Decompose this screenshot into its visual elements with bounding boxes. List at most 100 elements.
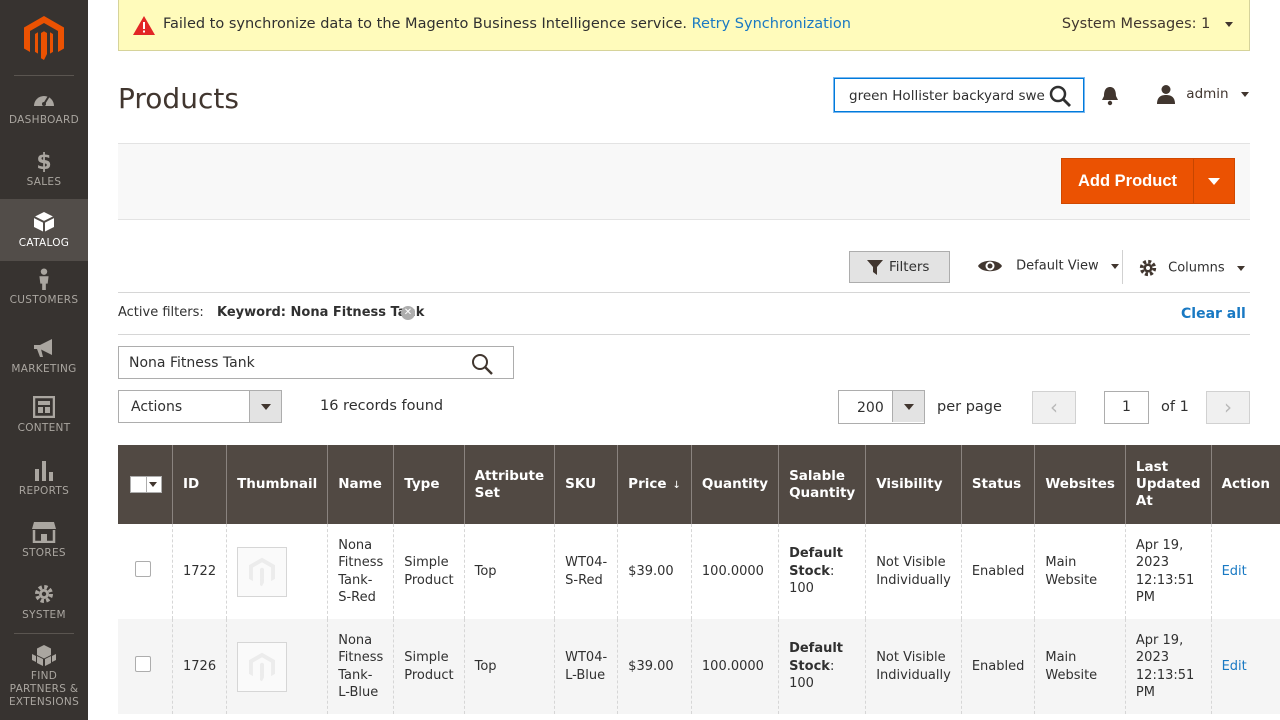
message-text: Failed to synchronize data to the Magent… bbox=[163, 16, 688, 32]
sidebar-item-label-line: FIND bbox=[30, 670, 58, 682]
admin-sidebar: DASHBOARD $ SALES CATALOG CUSTOMERS MARK… bbox=[0, 0, 88, 720]
retry-synchronization-link[interactable]: Retry Synchronization bbox=[692, 16, 851, 32]
sidebar-item-label: CONTENT bbox=[17, 422, 71, 434]
divider bbox=[118, 292, 1250, 293]
cell-websites: Main Website bbox=[1034, 524, 1126, 619]
per-page-label: per page bbox=[937, 399, 1002, 415]
table-row[interactable]: 1722 Nona Fitness Tank-S-Red Simple Prod… bbox=[118, 524, 1280, 619]
column-header-attribute-set[interactable]: Attribute Set bbox=[463, 445, 555, 524]
filters-button[interactable]: Filters bbox=[849, 251, 950, 283]
sidebar-item-content[interactable]: CONTENT bbox=[0, 396, 88, 458]
view-label: Default View bbox=[1016, 258, 1099, 274]
bar-chart-icon bbox=[35, 461, 53, 481]
column-header-status[interactable]: Status bbox=[960, 445, 1035, 524]
cell-quantity: 100.0000 bbox=[690, 619, 779, 714]
sidebar-item-partners-extensions[interactable]: FIND PARTNERS & EXTENSIONS bbox=[0, 645, 88, 720]
sidebar-item-marketing[interactable]: MARKETING bbox=[0, 337, 88, 399]
dollar-icon: $ bbox=[36, 150, 51, 172]
products-grid: ID Thumbnail Name Type Attribute Set SKU… bbox=[118, 445, 1280, 714]
add-product-dropdown-toggle[interactable] bbox=[1208, 178, 1220, 185]
salable-stock-value: 100 bbox=[789, 581, 814, 597]
edit-link[interactable]: Edit bbox=[1222, 659, 1247, 674]
global-search-input[interactable]: green Hollister backyard swe bbox=[834, 78, 1084, 112]
layout-icon bbox=[33, 396, 55, 418]
search-input-value: green Hollister backyard swe bbox=[849, 88, 1045, 104]
column-header-visibility[interactable]: Visibility bbox=[865, 445, 962, 524]
cell-action: Edit bbox=[1210, 524, 1280, 619]
cell-attribute-set: Top bbox=[463, 619, 555, 714]
columns-selector[interactable]: Columns bbox=[1138, 258, 1245, 278]
sidebar-divider bbox=[14, 633, 74, 634]
system-messages-count: System Messages: 1 bbox=[1061, 16, 1211, 32]
chevron-down-icon bbox=[1236, 265, 1245, 271]
keyword-search-input[interactable]: Nona Fitness Tank bbox=[118, 346, 514, 379]
column-header-id[interactable]: ID bbox=[171, 445, 227, 524]
column-header-sku[interactable]: SKU bbox=[554, 445, 618, 524]
edit-link[interactable]: Edit bbox=[1222, 564, 1247, 579]
divider bbox=[118, 334, 1250, 335]
column-header-websites[interactable]: Websites bbox=[1034, 445, 1126, 524]
chevron-down-icon bbox=[892, 391, 924, 422]
sidebar-item-dashboard[interactable]: DASHBOARD bbox=[0, 88, 88, 150]
remove-filter-icon[interactable]: ✕ bbox=[401, 306, 415, 320]
warning-icon bbox=[133, 16, 155, 35]
admin-user-menu[interactable]: admin bbox=[1156, 84, 1249, 104]
column-header-price[interactable]: Price ↓ bbox=[617, 445, 692, 524]
previous-page-button[interactable]: ‹ bbox=[1032, 391, 1076, 424]
sidebar-item-customers[interactable]: CUSTOMERS bbox=[0, 268, 88, 330]
mass-actions-label: Actions bbox=[131, 399, 183, 415]
price-header-label: Price bbox=[628, 475, 667, 492]
sidebar-item-label: SYSTEM bbox=[22, 609, 66, 621]
button-divider bbox=[1193, 159, 1194, 203]
row-checkbox[interactable] bbox=[135, 560, 151, 577]
next-page-button[interactable]: › bbox=[1206, 391, 1250, 424]
cell-thumbnail[interactable] bbox=[226, 619, 328, 714]
mass-actions-select[interactable]: Actions bbox=[118, 390, 282, 423]
system-message-text: Failed to synchronize data to the Magent… bbox=[163, 16, 851, 32]
gear-icon bbox=[35, 585, 53, 603]
search-icon[interactable] bbox=[471, 353, 493, 375]
clear-all-filters-link[interactable]: Clear all bbox=[1181, 306, 1246, 322]
filters-label: Filters bbox=[889, 259, 930, 275]
column-header-last-updated[interactable]: Last Updated At bbox=[1124, 445, 1212, 524]
sidebar-item-system[interactable]: SYSTEM bbox=[0, 583, 88, 645]
chevron-down-icon bbox=[1225, 21, 1233, 27]
sidebar-item-label: FIND PARTNERS & EXTENSIONS bbox=[0, 670, 88, 709]
cell-thumbnail[interactable] bbox=[226, 524, 328, 619]
product-thumbnail[interactable] bbox=[237, 546, 288, 597]
system-messages-toggle[interactable]: System Messages: 1 bbox=[1062, 16, 1233, 32]
row-checkbox[interactable] bbox=[135, 655, 151, 672]
cell-last-updated: Apr 19, 2023 12:13:51 PM bbox=[1124, 619, 1212, 714]
row-select-cell[interactable] bbox=[118, 524, 173, 619]
records-count: 16 records found bbox=[320, 398, 444, 414]
row-select-cell[interactable] bbox=[118, 619, 173, 714]
product-thumbnail[interactable] bbox=[237, 641, 288, 692]
search-icon[interactable] bbox=[1049, 85, 1071, 107]
sidebar-item-stores[interactable]: STORES bbox=[0, 521, 88, 583]
columns-label: Columns bbox=[1168, 260, 1225, 276]
view-selector[interactable]: Default View bbox=[978, 258, 1119, 274]
mass-select-checkbox[interactable] bbox=[130, 475, 162, 493]
table-row[interactable]: 1726 Nona Fitness Tank-L-Blue Simple Pro… bbox=[118, 619, 1280, 714]
column-header-thumbnail: Thumbnail bbox=[226, 445, 328, 524]
add-product-button[interactable]: Add Product bbox=[1061, 158, 1235, 204]
cell-id: 1726 bbox=[171, 619, 227, 714]
column-header-name[interactable]: Name bbox=[327, 445, 394, 524]
cell-action: Edit bbox=[1210, 619, 1280, 714]
sidebar-item-catalog[interactable]: CATALOG bbox=[0, 199, 88, 261]
sort-descending-icon: ↓ bbox=[672, 479, 681, 491]
cell-price: $39.00 bbox=[617, 619, 692, 714]
column-header-quantity[interactable]: Quantity bbox=[690, 445, 779, 524]
chevron-down-icon bbox=[1240, 91, 1249, 97]
cell-last-updated: Apr 19, 2023 12:13:51 PM bbox=[1124, 524, 1212, 619]
magento-logo-icon[interactable] bbox=[24, 16, 64, 60]
page-number-input[interactable]: 1 bbox=[1104, 391, 1149, 424]
column-header-type[interactable]: Type bbox=[393, 445, 465, 524]
notifications-bell-icon[interactable] bbox=[1101, 86, 1119, 106]
select-all-header[interactable] bbox=[118, 445, 173, 524]
cell-visibility: Not Visible Individually bbox=[865, 619, 962, 714]
sidebar-item-reports[interactable]: REPORTS bbox=[0, 459, 88, 521]
per-page-select[interactable]: 200 bbox=[838, 390, 925, 424]
salable-stock-label: Default Stock bbox=[789, 641, 844, 674]
cell-salable-quantity: Default Stock: 100 bbox=[778, 524, 866, 619]
